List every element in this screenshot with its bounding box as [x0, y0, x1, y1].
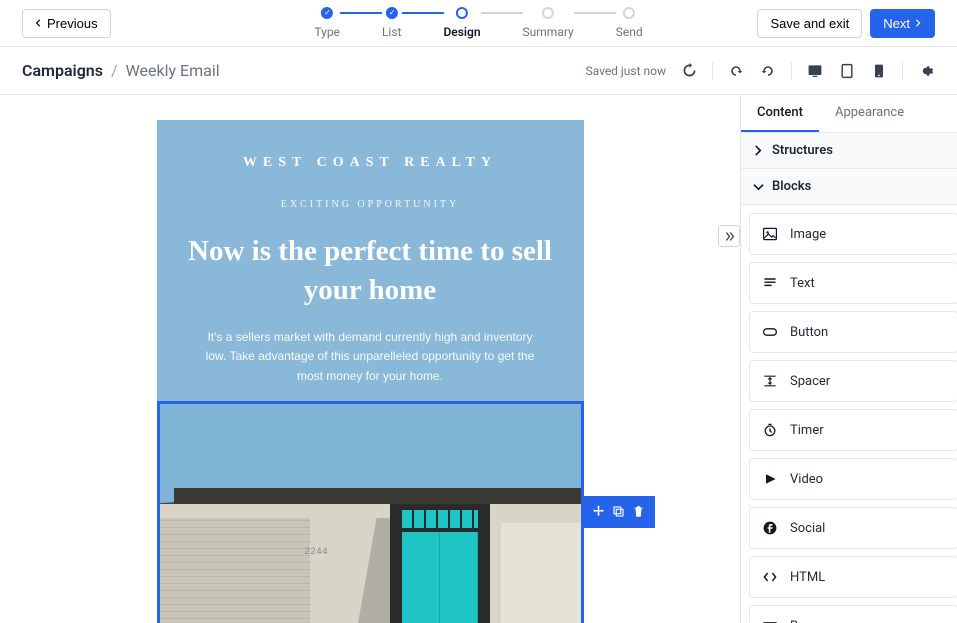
breadcrumb: Campaigns / Weekly Email [22, 61, 220, 80]
block-social[interactable]: Social [749, 507, 957, 549]
email-preview: WEST COAST REALTY EXCITING OPPORTUNITY N… [157, 120, 584, 623]
image-icon [762, 226, 778, 242]
save-and-exit-button[interactable]: Save and exit [757, 9, 862, 38]
breadcrumb-current: Weekly Email [126, 61, 220, 80]
block-button[interactable]: Button [749, 311, 957, 353]
step-connector [401, 12, 443, 14]
block-html[interactable]: HTML [749, 556, 957, 598]
step-dot-icon [386, 7, 398, 19]
block-timer[interactable]: Timer [749, 409, 957, 451]
chevron-down-icon [753, 181, 764, 192]
step-dot-icon [542, 7, 554, 19]
next-button[interactable]: Next [870, 9, 935, 38]
step-dot-icon [456, 7, 468, 19]
history-icon[interactable] [680, 62, 698, 80]
step-send[interactable]: Send [616, 7, 643, 39]
chevron-right-icon [753, 145, 764, 156]
code-icon [762, 569, 778, 585]
undo-icon[interactable] [727, 62, 745, 80]
timer-icon [762, 422, 778, 438]
text-icon [762, 275, 778, 291]
step-dot-icon [623, 7, 635, 19]
block-spacer[interactable]: Spacer [749, 360, 957, 402]
collapse-panel-button[interactable] [718, 225, 740, 247]
redo-icon[interactable] [759, 62, 777, 80]
settings-gear-icon[interactable] [917, 62, 935, 80]
section-structures[interactable]: Structures [741, 133, 957, 169]
duplicate-icon[interactable] [609, 502, 629, 522]
saved-status: Saved just now [586, 64, 666, 78]
button-icon [762, 324, 778, 340]
email-subhead: EXCITING OPPORTUNITY [187, 199, 554, 210]
step-summary[interactable]: Summary [523, 7, 574, 39]
blocks-list: Image Text Button Spacer Timer Video [741, 205, 957, 623]
selected-image-block[interactable]: 2244 [157, 401, 584, 623]
right-panel: Content Appearance Structures Blocks Ima… [740, 95, 957, 623]
previous-label: Previous [47, 16, 98, 31]
video-icon [762, 471, 778, 487]
desktop-preview-icon[interactable] [806, 62, 824, 80]
spacer-icon [762, 373, 778, 389]
chevron-right-icon [914, 19, 922, 27]
house-address: 2244 [305, 546, 329, 556]
tablet-preview-icon[interactable] [838, 62, 856, 80]
breadcrumb-root[interactable]: Campaigns [22, 61, 103, 80]
section-blocks[interactable]: Blocks [741, 169, 957, 205]
editor-canvas[interactable]: WEST COAST REALTY EXCITING OPPORTUNITY N… [0, 95, 740, 623]
tab-content[interactable]: Content [741, 95, 819, 132]
previous-button[interactable]: Previous [22, 9, 111, 38]
block-image[interactable]: Image [749, 213, 957, 255]
step-dot-icon [321, 7, 333, 19]
move-icon[interactable] [589, 502, 609, 522]
email-brand: WEST COAST REALTY [187, 155, 554, 171]
banner-icon [762, 618, 778, 623]
step-connector [574, 12, 616, 14]
mobile-preview-icon[interactable] [870, 62, 888, 80]
progress-stepper: Type List Design Summary Send [314, 7, 642, 39]
delete-icon[interactable] [629, 502, 649, 522]
step-connector [340, 12, 382, 14]
chevron-double-right-icon [724, 231, 735, 242]
house-illustration: 2244 [160, 488, 581, 623]
step-connector [481, 12, 523, 14]
chevron-left-icon [35, 19, 43, 27]
block-floating-toolbar [583, 496, 655, 528]
social-icon [762, 520, 778, 536]
email-headline: Now is the perfect time to sell your hom… [187, 232, 554, 310]
step-type[interactable]: Type [314, 7, 340, 39]
block-video[interactable]: Video [749, 458, 957, 500]
tab-appearance[interactable]: Appearance [819, 95, 920, 132]
email-body-text: It's a sellers market with demand curren… [187, 328, 554, 386]
panel-tabs: Content Appearance [741, 95, 957, 133]
step-list[interactable]: List [382, 7, 402, 39]
block-text[interactable]: Text [749, 262, 957, 304]
step-design[interactable]: Design [443, 7, 480, 39]
block-banner[interactable]: Banner [749, 605, 957, 623]
